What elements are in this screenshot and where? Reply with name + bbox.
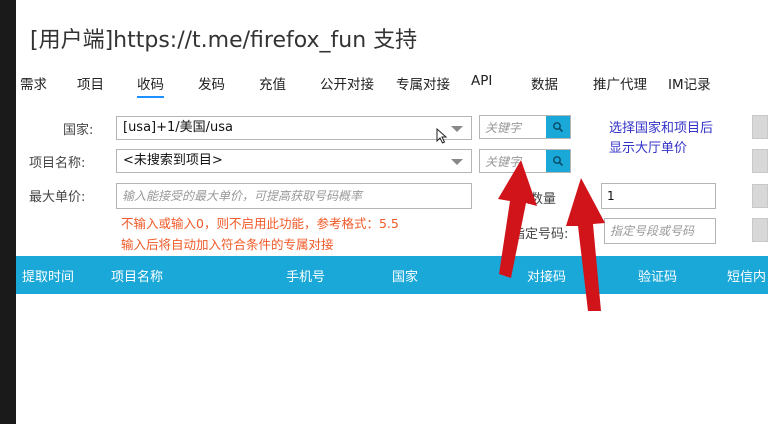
red-arrow-annotations [498, 160, 605, 311]
red-arrow-annotation [498, 160, 537, 278]
red-arrow-annotation [566, 178, 605, 311]
